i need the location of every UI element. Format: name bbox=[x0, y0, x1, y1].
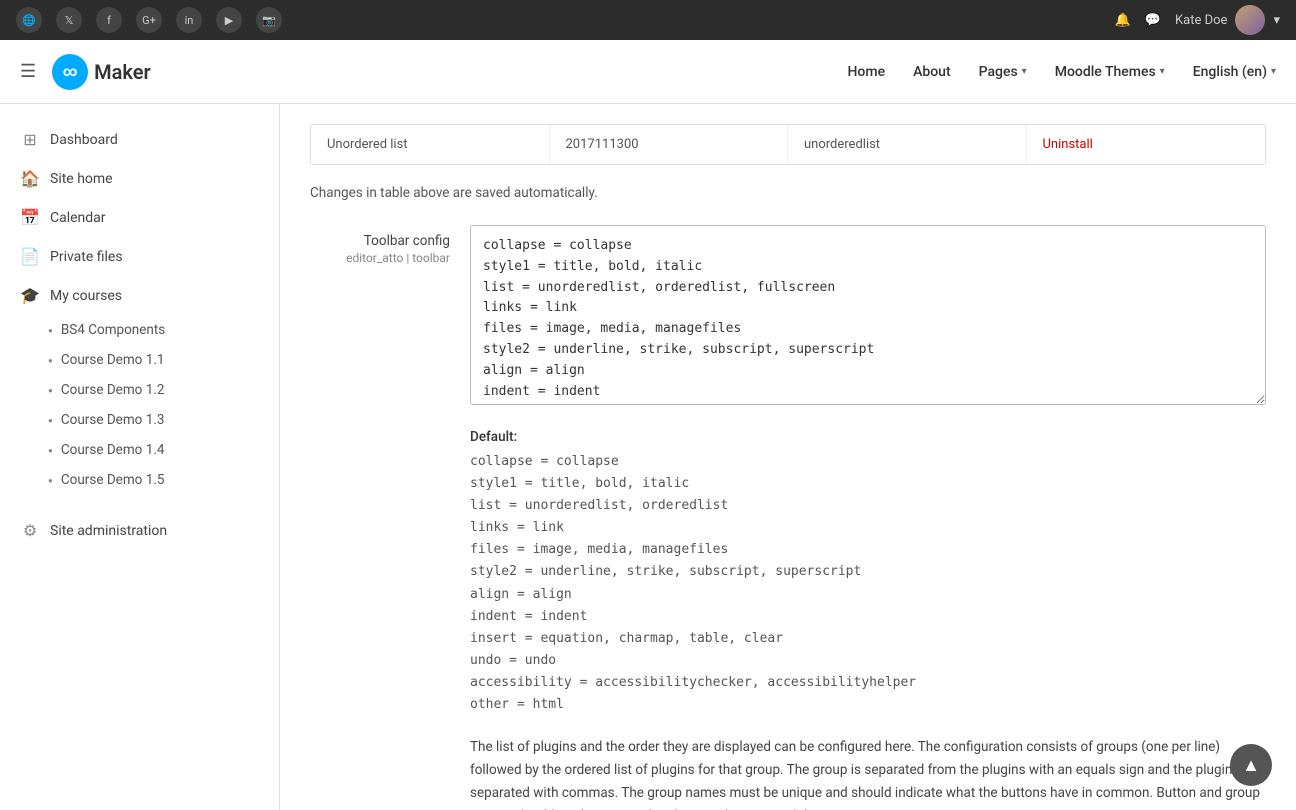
default-label: Default: bbox=[470, 429, 1266, 445]
user-name[interactable]: Kate Doe bbox=[1175, 13, 1227, 28]
moodle-themes-dropdown-arrow: ▾ bbox=[1160, 66, 1165, 77]
nav-language[interactable]: English (en) ▾ bbox=[1193, 64, 1276, 80]
uninstall-link[interactable]: Uninstall bbox=[1043, 137, 1093, 152]
sidebar-sub-bs4[interactable]: ● BS4 Components bbox=[0, 315, 279, 345]
table-cell-shortname: unorderedlist bbox=[788, 125, 1027, 164]
logo[interactable]: ∞ Maker bbox=[52, 54, 151, 90]
nav-pages[interactable]: Pages ▾ bbox=[979, 64, 1027, 80]
sidebar-sub-label-course-1-5: Course Demo 1.5 bbox=[61, 472, 165, 488]
notification-icon[interactable]: 🔔 bbox=[1115, 13, 1131, 28]
sidebar-sub-label-course-1-2: Course Demo 1.2 bbox=[61, 382, 165, 398]
scroll-to-top-button[interactable]: ▲ bbox=[1230, 744, 1272, 786]
toolbar-config-label-container: Toolbar config editor_atto | toolbar bbox=[310, 225, 450, 265]
google-plus-icon[interactable]: G+ bbox=[136, 7, 162, 33]
avatar[interactable] bbox=[1235, 5, 1265, 35]
courses-icon: 🎓 bbox=[20, 286, 40, 305]
default-section: Default: collapse = collapse style1 = ti… bbox=[470, 429, 1266, 716]
content-area: Unordered list 2017111300 unorderedlist … bbox=[280, 104, 1296, 810]
nav-links: Home About Pages ▾ Moodle Themes ▾ Engli… bbox=[848, 64, 1277, 80]
default-line-11: other = html bbox=[470, 694, 1266, 716]
youtube-icon[interactable]: ▶ bbox=[216, 7, 242, 33]
toolbar-config-section: Toolbar config editor_atto | toolbar col… bbox=[310, 225, 1266, 405]
sidebar-sub-course-1-1[interactable]: ● Course Demo 1.1 bbox=[0, 345, 279, 375]
default-line-2: list = unorderedlist, orderedlist bbox=[470, 495, 1266, 517]
sidebar-label-calendar: Calendar bbox=[50, 210, 106, 226]
twitter-icon[interactable]: 𝕏 bbox=[56, 7, 82, 33]
nav-moodle-themes[interactable]: Moodle Themes ▾ bbox=[1055, 64, 1165, 80]
layout: ⊞ Dashboard 🏠 Site home 📅 Calendar 📄 Pri… bbox=[0, 104, 1296, 810]
description-text: The list of plugins and the order they a… bbox=[470, 736, 1266, 810]
default-line-8: insert = equation, charmap, table, clear bbox=[470, 628, 1266, 650]
globe-icon[interactable]: 🌐 bbox=[16, 7, 42, 33]
pages-dropdown-arrow: ▾ bbox=[1022, 66, 1027, 77]
user-dropdown-arrow[interactable]: ▾ bbox=[1273, 13, 1280, 28]
bullet-icon: ● bbox=[48, 326, 53, 335]
sidebar-label-my-courses: My courses bbox=[50, 288, 122, 304]
toolbar-config-sublabel: editor_atto | toolbar bbox=[310, 251, 450, 265]
bullet-icon: ● bbox=[48, 416, 53, 425]
instagram-icon[interactable]: 📷 bbox=[256, 7, 282, 33]
main-content: Unordered list 2017111300 unorderedlist … bbox=[280, 104, 1296, 810]
default-line-1: style1 = title, bold, italic bbox=[470, 473, 1266, 495]
sidebar-item-my-courses[interactable]: 🎓 My courses bbox=[0, 276, 279, 315]
sidebar: ⊞ Dashboard 🏠 Site home 📅 Calendar 📄 Pri… bbox=[0, 104, 280, 810]
user-info: Kate Doe ▾ bbox=[1175, 5, 1280, 35]
logo-text: Maker bbox=[94, 60, 151, 84]
sidebar-item-site-home[interactable]: 🏠 Site home bbox=[0, 159, 279, 198]
auto-save-notice: Changes in table above are saved automat… bbox=[310, 185, 1266, 201]
default-line-9: undo = undo bbox=[470, 650, 1266, 672]
social-bar: 🌐 𝕏 f G+ in ▶ 📷 🔔 💬 Kate Doe ▾ bbox=[0, 0, 1296, 40]
bullet-icon: ● bbox=[48, 476, 53, 485]
admin-icon: ⚙ bbox=[20, 521, 40, 540]
toolbar-textarea[interactable]: collapse = collapse style1 = title, bold… bbox=[470, 225, 1266, 405]
table-cell-name: Unordered list bbox=[311, 125, 550, 164]
nav-about[interactable]: About bbox=[913, 64, 951, 80]
social-icons: 🌐 𝕏 f G+ in ▶ 📷 bbox=[16, 7, 282, 33]
sidebar-sub-course-1-3[interactable]: ● Course Demo 1.3 bbox=[0, 405, 279, 435]
default-line-5: style2 = underline, strike, subscript, s… bbox=[470, 561, 1266, 583]
sidebar-sub-course-1-5[interactable]: ● Course Demo 1.5 bbox=[0, 465, 279, 495]
sidebar-item-site-admin[interactable]: ⚙ Site administration bbox=[0, 511, 279, 550]
sidebar-label-site-home: Site home bbox=[50, 171, 113, 187]
bullet-icon: ● bbox=[48, 356, 53, 365]
toolbar-config-label: Toolbar config bbox=[310, 233, 450, 249]
main-nav: ☰ ∞ Maker Home About Pages ▾ Moodle Them… bbox=[0, 40, 1296, 104]
sidebar-item-dashboard[interactable]: ⊞ Dashboard bbox=[0, 120, 279, 159]
sidebar-sub-course-1-2[interactable]: ● Course Demo 1.2 bbox=[0, 375, 279, 405]
nav-home[interactable]: Home bbox=[848, 64, 886, 80]
sidebar-sub-label-bs4: BS4 Components bbox=[61, 322, 165, 338]
default-line-0: collapse = collapse bbox=[470, 451, 1266, 473]
file-icon: 📄 bbox=[20, 247, 40, 266]
user-bar: 🔔 💬 Kate Doe ▾ bbox=[1115, 5, 1280, 35]
default-line-7: indent = indent bbox=[470, 606, 1266, 628]
bullet-icon: ● bbox=[48, 446, 53, 455]
logo-icon: ∞ bbox=[52, 54, 88, 90]
calendar-icon: 📅 bbox=[20, 208, 40, 227]
default-line-4: files = image, media, managefiles bbox=[470, 539, 1266, 561]
sidebar-sub-label-course-1-1: Course Demo 1.1 bbox=[61, 352, 165, 368]
plugin-table-row: Unordered list 2017111300 unorderedlist … bbox=[310, 124, 1266, 165]
sidebar-sub-label-course-1-3: Course Demo 1.3 bbox=[61, 412, 165, 428]
sidebar-sub-course-1-4[interactable]: ● Course Demo 1.4 bbox=[0, 435, 279, 465]
default-line-3: links = link bbox=[470, 517, 1266, 539]
facebook-icon[interactable]: f bbox=[96, 7, 122, 33]
table-cell-version: 2017111300 bbox=[550, 125, 789, 164]
sidebar-sub-label-course-1-4: Course Demo 1.4 bbox=[61, 442, 165, 458]
table-cell-uninstall[interactable]: Uninstall bbox=[1027, 125, 1266, 164]
message-icon[interactable]: 💬 bbox=[1145, 13, 1161, 28]
home-icon: 🏠 bbox=[20, 169, 40, 188]
default-line-10: accessibility = accessibilitychecker, ac… bbox=[470, 672, 1266, 694]
sidebar-item-calendar[interactable]: 📅 Calendar bbox=[0, 198, 279, 237]
sidebar-label-private-files: Private files bbox=[50, 249, 123, 265]
dashboard-icon: ⊞ bbox=[20, 130, 40, 149]
language-dropdown-arrow: ▾ bbox=[1271, 66, 1276, 77]
sidebar-item-private-files[interactable]: 📄 Private files bbox=[0, 237, 279, 276]
sidebar-label-site-admin: Site administration bbox=[50, 523, 167, 539]
sidebar-label-dashboard: Dashboard bbox=[50, 132, 118, 148]
bullet-icon: ● bbox=[48, 386, 53, 395]
linkedin-icon[interactable]: in bbox=[176, 7, 202, 33]
hamburger-icon[interactable]: ☰ bbox=[20, 61, 36, 82]
default-line-6: align = align bbox=[470, 584, 1266, 606]
